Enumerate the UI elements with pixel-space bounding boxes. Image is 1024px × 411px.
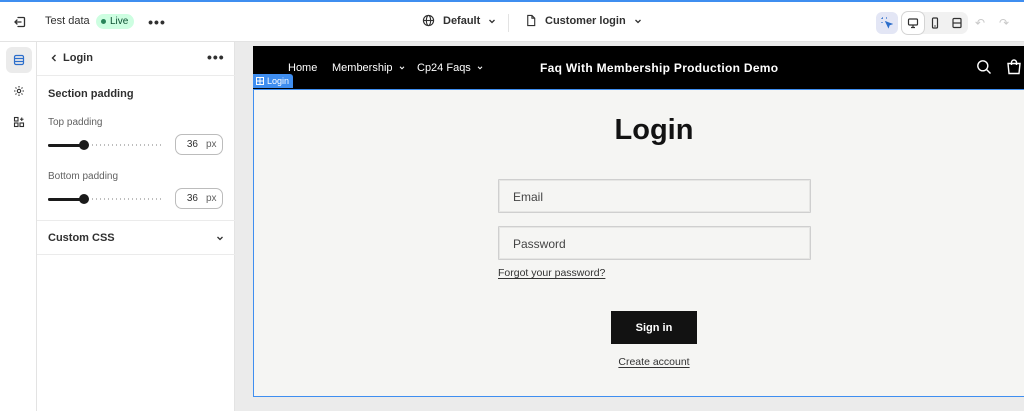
- custom-css-label: Custom CSS: [48, 232, 115, 244]
- create-account-link-text[interactable]: Create account: [618, 356, 689, 368]
- editor-topbar: Test data Live ••• Default Customer logi…: [0, 0, 1024, 42]
- inspector-toggle-button[interactable]: [876, 12, 898, 34]
- bottom-padding-unit: px: [206, 193, 217, 204]
- back-button[interactable]: [46, 50, 62, 66]
- panel-divider: [37, 254, 235, 255]
- nav-link-cp24-faqs[interactable]: Cp24 Faqs: [417, 62, 484, 74]
- top-padding-unit: px: [206, 139, 217, 150]
- page-icon: [527, 14, 536, 27]
- fullscreen-view-button[interactable]: [946, 12, 968, 34]
- live-status-badge: Live: [96, 14, 135, 29]
- forgot-password-link[interactable]: Forgot your password?: [498, 267, 605, 279]
- storefront-preview: Home Membership Cp24 Faqs Faq With Membe…: [253, 46, 1024, 397]
- page-title: Login: [614, 114, 694, 146]
- sign-in-button[interactable]: Sign in: [611, 311, 697, 344]
- apps-icon: [13, 116, 25, 128]
- top-padding-value: 36: [186, 139, 198, 150]
- theme-settings-rail-button[interactable]: [6, 78, 32, 104]
- chevron-down-icon: [634, 19, 641, 23]
- cart-icon[interactable]: [1006, 59, 1022, 75]
- top-padding-slider[interactable]: [48, 140, 166, 150]
- device-switcher: [902, 12, 968, 34]
- email-field[interactable]: Email: [498, 179, 811, 213]
- editor-nav-rail: [0, 42, 37, 411]
- exit-icon: [14, 16, 26, 28]
- section-grid-icon: [256, 77, 264, 85]
- nav-link-label: Membership: [332, 62, 393, 74]
- store-name[interactable]: Faq With Membership Production Demo: [540, 61, 778, 75]
- sections-rail-button[interactable]: [6, 47, 32, 73]
- slider-thumb[interactable]: [79, 140, 89, 150]
- create-account-link: Create account: [253, 356, 1024, 368]
- template-selector-label: Customer login: [545, 14, 626, 27]
- more-horizontal-icon: •••: [148, 14, 166, 30]
- theme-selector[interactable]: Default: [422, 14, 497, 27]
- view-controls: [876, 12, 968, 34]
- undo-icon[interactable]: ↶: [975, 16, 985, 30]
- gear-icon: [14, 86, 24, 96]
- sections-icon: [13, 54, 25, 66]
- nav-link-membership[interactable]: Membership: [332, 62, 406, 74]
- password-field[interactable]: Password: [498, 226, 811, 260]
- top-padding-label: Top padding: [48, 117, 103, 128]
- selected-section-tag[interactable]: Login: [253, 74, 294, 88]
- section-more-button[interactable]: •••: [207, 49, 225, 65]
- chevron-left-icon: [51, 54, 56, 62]
- apps-rail-button[interactable]: [6, 109, 32, 135]
- top-padding-input[interactable]: 36 px: [175, 134, 223, 155]
- search-icon[interactable]: [976, 59, 992, 75]
- redo-icon[interactable]: ↷: [999, 16, 1009, 30]
- bottom-padding-label: Bottom padding: [48, 171, 119, 182]
- desktop-view-button[interactable]: [902, 12, 924, 34]
- chevron-down-icon: [489, 19, 496, 23]
- section-tag-label: Login: [267, 76, 290, 86]
- panel-header: Login •••: [37, 42, 235, 76]
- panel-title: Login: [63, 52, 93, 64]
- desktop-icon: [907, 18, 919, 29]
- slider-thumb[interactable]: [79, 194, 89, 204]
- bottom-padding-value: 36: [186, 193, 198, 204]
- section-settings-panel: Login ••• Section padding Top padding 36…: [37, 42, 235, 411]
- topbar-divider: [508, 14, 509, 32]
- nav-link-label: Cp24 Faqs: [417, 62, 471, 74]
- nav-link-label: Home: [288, 62, 318, 74]
- mobile-view-button[interactable]: [924, 12, 946, 34]
- globe-icon: [422, 14, 435, 27]
- mobile-icon: [931, 17, 939, 29]
- fullscreen-icon: [952, 17, 962, 29]
- exit-editor-button[interactable]: [10, 12, 30, 32]
- custom-css-toggle[interactable]: Custom CSS: [37, 221, 235, 255]
- store-header: Home Membership Cp24 Faqs Faq With Membe…: [253, 46, 1024, 89]
- test-data-label: Test data: [45, 15, 90, 27]
- theme-selector-label: Default: [443, 14, 481, 27]
- template-selector[interactable]: Customer login: [525, 14, 643, 27]
- chevron-down-icon: [477, 66, 483, 70]
- more-actions-button[interactable]: •••: [148, 13, 166, 31]
- bottom-padding-slider[interactable]: [48, 194, 166, 204]
- live-dot-icon: [101, 19, 106, 24]
- bottom-padding-input[interactable]: 36 px: [175, 188, 223, 209]
- section-padding-heading: Section padding: [48, 88, 134, 100]
- nav-link-home[interactable]: Home: [288, 62, 317, 74]
- chevron-down-icon: [217, 236, 223, 241]
- select-cursor-icon: [881, 17, 893, 29]
- chevron-down-icon: [399, 66, 404, 70]
- live-badge-text: Live: [110, 16, 129, 27]
